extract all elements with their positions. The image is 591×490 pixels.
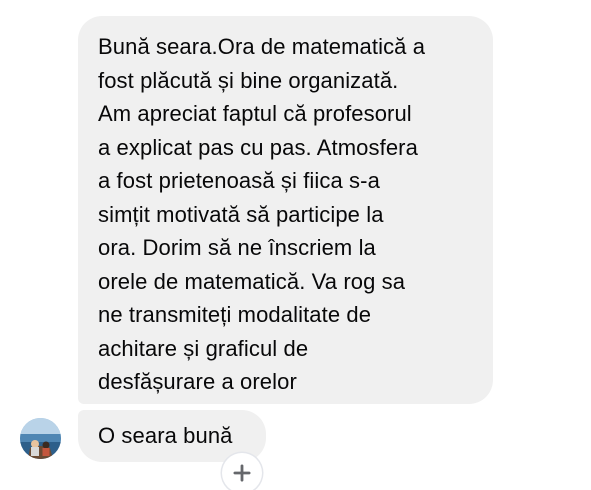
- chat-thread: Bună seara.Ora de matematică a fost plăc…: [0, 0, 591, 490]
- message-bubble[interactable]: Bună seara.Ora de matematică a fost plăc…: [78, 16, 493, 404]
- add-reaction-button[interactable]: [222, 453, 262, 490]
- avatar-photo-icon: [20, 418, 61, 459]
- plus-icon: [233, 464, 251, 482]
- contact-avatar[interactable]: [20, 418, 61, 459]
